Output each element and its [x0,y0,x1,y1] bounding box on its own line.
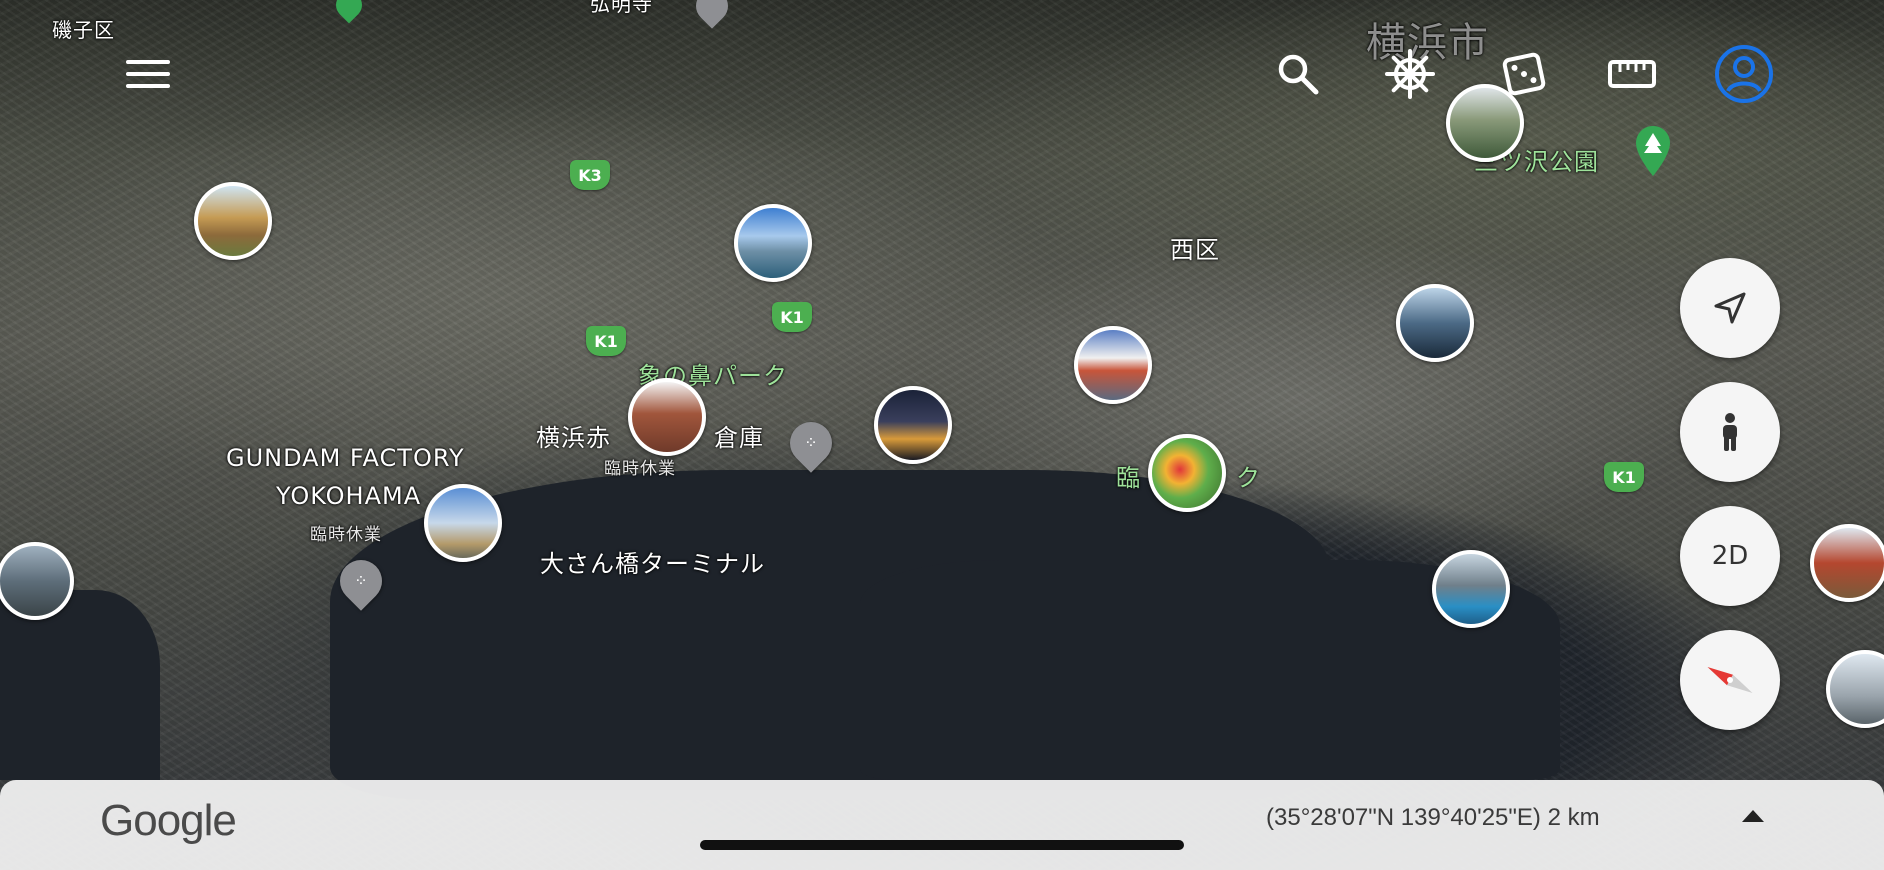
measure-button[interactable] [1602,44,1662,104]
photo-thumbnail[interactable] [1074,326,1152,404]
search-icon [1278,54,1319,95]
account-icon [1715,45,1773,103]
compass-button[interactable] [1680,630,1780,730]
google-logo: Google [100,796,237,845]
navigation-arrow-icon [1714,292,1746,324]
search-button[interactable] [1268,44,1328,104]
ship-wheel-icon [1385,49,1435,99]
my-location-button[interactable] [1680,258,1780,358]
voyager-button[interactable] [1380,44,1440,104]
menu-button[interactable] [118,44,178,104]
coordinates-scale-readout: (35°28'07"N 139°40'25"E) 2 km [1266,804,1600,831]
label-red-brick-left[interactable]: 横浜赤 [536,418,611,453]
account-button[interactable] [1714,44,1774,104]
photo-thumbnail[interactable] [628,378,706,456]
dots-icon: ⁘ [354,571,368,590]
bottom-info-bar: Google (35°28'07"N 139°40'25"E) 2 km [0,780,1884,870]
label-isogo: 磯子区 [52,18,115,42]
park-tree-pin-icon[interactable] [1636,126,1670,176]
dots-icon: ⁘ [804,433,818,452]
label-top-partial: 弘明寺 [590,0,653,16]
road-shield-k1: K1 [1604,462,1644,492]
label-gundam-closed: 臨時休業 [310,525,382,545]
label-gundam-line2[interactable]: YOKOHAMA [276,482,421,510]
label-red-brick-closed: 臨時休業 [604,459,676,479]
road-shield-k3: K3 [570,160,610,190]
photo-thumbnail[interactable] [734,204,812,282]
expand-up-icon[interactable] [1742,810,1764,822]
label-nishi-ward: 西区 [1170,236,1220,264]
photo-thumbnail[interactable] [1148,434,1226,512]
photo-thumbnail[interactable] [1432,550,1510,628]
label-rinko-left[interactable]: 臨 [1116,458,1141,493]
ruler-icon [1608,60,1656,88]
home-indicator[interactable] [700,840,1184,850]
hamburger-icon [126,60,170,88]
toggle-2d-button[interactable]: 2D [1680,506,1780,606]
label-rinko-right[interactable]: ク [1236,458,1261,493]
feeling-lucky-button[interactable] [1494,44,1554,104]
road-shield-k1: K1 [772,302,812,332]
photo-thumbnail[interactable] [874,386,952,464]
label-gundam-line1[interactable]: GUNDAM FACTORY [226,444,465,472]
photo-thumbnail[interactable] [194,182,272,260]
pegman-icon [1723,413,1737,451]
photo-thumbnail[interactable] [424,484,502,562]
street-view-button[interactable] [1680,382,1780,482]
photo-thumbnail[interactable] [1810,524,1884,602]
label-red-brick-right[interactable]: 倉庫 [714,418,764,453]
label-osanbashi-terminal[interactable]: 大さん橋ターミナル [540,544,765,579]
photo-thumbnail[interactable] [1396,284,1474,362]
dice-icon [1502,52,1546,96]
road-shield-k1: K1 [586,326,626,356]
compass-icon [1707,667,1753,693]
